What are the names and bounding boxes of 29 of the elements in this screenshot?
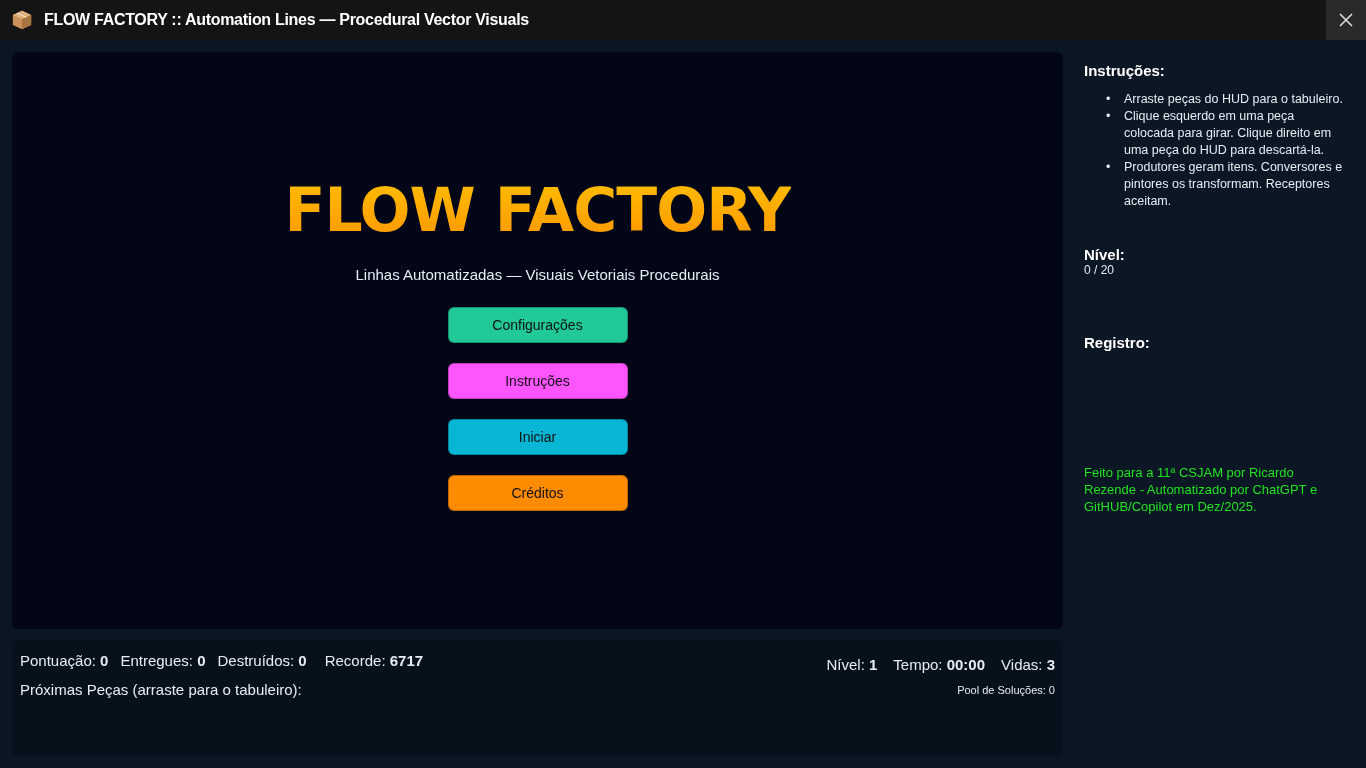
- package-icon: [11, 9, 33, 31]
- instruction-item: Produtores geram itens. Conversores e pintores os transformam. Receptores aceitam.: [1124, 159, 1344, 210]
- card-title: Registro:: [1084, 334, 1151, 351]
- subtitle: Linhas Automatizadas — Visuais Vetoriais Procedurais: [355, 266, 720, 283]
- menu-button[interactable]: Créditos: [447, 475, 628, 511]
- close-icon: [1339, 13, 1353, 27]
- close-button[interactable]: [1326, 0, 1366, 40]
- next-pieces-label: Próximas Peças (arraste para o tabuleiro):: [20, 681, 302, 698]
- card-title: Nível:: [1084, 246, 1126, 263]
- stat-text: Recorde: 6717: [324, 652, 424, 671]
- menu-button[interactable]: Instruções: [447, 363, 628, 399]
- stat-text: Pontuação: 0: [20, 652, 109, 671]
- stat-text: Tempo: 00:00: [893, 656, 986, 673]
- menu-button[interactable]: Configurações: [447, 307, 628, 343]
- credits-text: Feito para a 11ª CSJAM por Ricardo Rezende - Automatizado por ChatGPT e GitHUB/Copilot em Dez/2025.: [1084, 464, 1319, 515]
- card-title: Instruções:: [1084, 62, 1166, 79]
- bullet: •: [1106, 159, 1112, 176]
- stat-text: Vidas: 3: [1001, 656, 1055, 673]
- stat-text: Nível: 1: [826, 656, 878, 673]
- instruction-item: Arraste peças do HUD para o tabuleiro.: [1124, 91, 1344, 108]
- bullet: •: [1106, 91, 1112, 108]
- window-title: FLOW FACTORY :: Automation Lines — Procedural Vector Visuals: [44, 11, 530, 29]
- stat-text: Entregues: 0: [120, 652, 206, 671]
- menu-button[interactable]: Iniciar: [447, 419, 628, 455]
- stat-text: Destruídos: 0: [217, 652, 307, 671]
- level-count-text: 0 / 20: [1084, 263, 1116, 277]
- bullet: •: [1106, 108, 1112, 125]
- pool-label: Pool de Soluções: 0: [957, 684, 1055, 698]
- instruction-item: Clique esquerdo em uma peça colocada para girar. Clique direito em uma peça do HUD para descartá-la.: [1124, 108, 1333, 159]
